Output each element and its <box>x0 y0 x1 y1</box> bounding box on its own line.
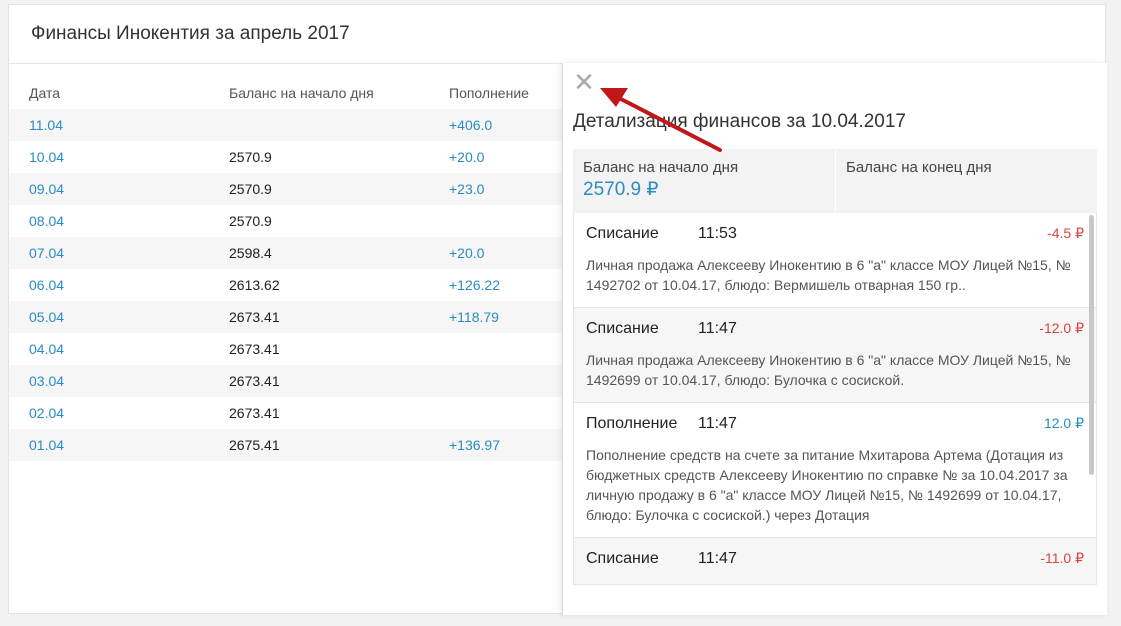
table-row[interactable]: 04.04 2673.41 <box>9 333 563 365</box>
row-balance: 2675.41 <box>229 437 280 453</box>
balance-end-box: Баланс на конец дня <box>835 149 1097 213</box>
operation-header: Списание 11:47 -11.0 ₽ <box>586 550 1084 568</box>
row-date[interactable]: 10.04 <box>9 149 229 165</box>
table-row[interactable]: 06.04 2613.62 +126.22 <box>9 269 563 301</box>
row-balance: 2673.41 <box>229 373 280 389</box>
balance-end-label: Баланс на конец дня <box>846 159 992 176</box>
operation-time: 11:47 <box>698 550 737 567</box>
operation-type: Списание <box>586 320 659 337</box>
column-header-date: Дата <box>29 85 61 101</box>
row-date[interactable]: 11.04 <box>9 117 229 133</box>
panel-title: Детализация финансов за 10.04.2017 <box>573 111 907 132</box>
row-date[interactable]: 07.04 <box>9 245 229 261</box>
operation-description: Личная продажа Алексееву Инокентию в 6 "… <box>586 257 1071 293</box>
row-balance: 2613.62 <box>229 277 280 293</box>
balance-summary: Баланс на начало дня 2570.9 ₽ Баланс на … <box>573 149 1097 213</box>
operation-item: Пополнение 11:47 12.0 ₽ Пополнение средств … <box>574 403 1096 538</box>
operation-type: Списание <box>586 550 659 567</box>
row-balance: 2570.9 <box>229 149 272 165</box>
close-icon[interactable]: ✕ <box>573 69 595 95</box>
row-topup: +118.79 <box>449 309 499 325</box>
row-balance: 2570.9 <box>229 181 272 197</box>
row-balance: 2570.9 <box>229 213 272 229</box>
table-row[interactable]: 10.04 2570.9 +20.0 <box>9 141 563 173</box>
row-date[interactable]: 02.04 <box>9 405 229 421</box>
row-balance: 2673.41 <box>229 309 280 325</box>
page-title: Финансы Инокентия за апрель 2017 <box>9 5 1105 64</box>
table-row[interactable]: 02.04 2673.41 <box>9 397 563 429</box>
row-topup: +20.0 <box>449 245 485 261</box>
table-row[interactable]: 05.04 2673.41 +118.79 <box>9 301 563 333</box>
operation-description: Пополнение средств на счете за питание М… <box>586 447 1068 523</box>
operations-list[interactable]: Списание 11:53 -4.5 ₽ Личная продажа Алексе… <box>573 213 1097 585</box>
operation-item: Списание 11:47 -12.0 ₽ Личная продажа Алекс… <box>574 308 1096 403</box>
operation-time: 11:47 <box>698 415 737 432</box>
operations-scrollbar[interactable] <box>1089 215 1094 475</box>
row-balance: 2598.4 <box>229 245 272 261</box>
operation-item: Списание 11:53 -4.5 ₽ Личная продажа Алексе… <box>574 213 1096 308</box>
table-row[interactable]: 11.04 +406.0 <box>9 109 563 141</box>
operation-type: Списание <box>586 225 659 242</box>
operation-header: Списание 11:53 -4.5 ₽ <box>586 225 1084 243</box>
finance-table: Дата Баланс на начало дня Пополнение 11.… <box>9 77 563 461</box>
table-row[interactable]: 09.04 2570.9 +23.0 <box>9 173 563 205</box>
row-date[interactable]: 01.04 <box>9 437 229 453</box>
table-row[interactable]: 07.04 2598.4 +20.0 <box>9 237 563 269</box>
column-header-balance: Баланс на начало дня <box>229 85 374 101</box>
row-date[interactable]: 03.04 <box>9 373 229 389</box>
balance-start-label: Баланс на начало дня <box>583 159 739 176</box>
row-topup: +136.97 <box>449 437 500 453</box>
row-balance: 2673.41 <box>229 341 280 357</box>
operation-type: Пополнение <box>586 415 678 432</box>
row-date[interactable]: 04.04 <box>9 341 229 357</box>
row-date[interactable]: 08.04 <box>9 213 229 229</box>
operation-amount: -11.0 ₽ <box>1040 550 1084 566</box>
row-date[interactable]: 06.04 <box>9 277 229 293</box>
row-date[interactable]: 09.04 <box>9 181 229 197</box>
table-header: Дата Баланс на начало дня Пополнение <box>9 77 563 109</box>
table-row[interactable]: 03.04 2673.41 <box>9 365 563 397</box>
operation-time: 11:47 <box>698 320 737 337</box>
column-header-topup: Пополнение <box>449 85 529 101</box>
row-topup: +126.22 <box>449 277 500 293</box>
operation-description: Личная продажа Алексееву Инокентию в 6 "… <box>586 580 1084 584</box>
operation-amount: -12.0 ₽ <box>1039 320 1084 336</box>
operation-time: 11:53 <box>698 225 737 242</box>
balance-start-value: 2570.9 ₽ <box>583 179 659 200</box>
row-topup: +20.0 <box>449 149 485 165</box>
finance-details-panel: ✕ Детализация финансов за 10.04.2017 Бал… <box>562 63 1107 615</box>
balance-start-box: Баланс на начало дня 2570.9 ₽ <box>573 149 835 213</box>
row-balance: 2673.41 <box>229 405 280 421</box>
table-row[interactable]: 08.04 2570.9 <box>9 205 563 237</box>
row-topup: +406.0 <box>449 117 493 133</box>
row-date[interactable]: 05.04 <box>9 309 229 325</box>
operation-amount: -4.5 ₽ <box>1047 225 1084 241</box>
operation-header: Пополнение 11:47 12.0 ₽ <box>586 415 1084 433</box>
operation-amount: 12.0 ₽ <box>1043 415 1084 431</box>
operation-header: Списание 11:47 -12.0 ₽ <box>586 320 1084 338</box>
operation-description: Личная продажа Алексееву Инокентию в 6 "… <box>586 352 1071 388</box>
operation-item: Списание 11:47 -11.0 ₽ Личная продажа Алекс… <box>574 538 1096 584</box>
table-row[interactable]: 01.04 2675.41 +136.97 <box>9 429 563 461</box>
table-body: 11.04 +406.0 10.04 2570.9 +20.0 09.04 2570.9 +2… <box>9 109 563 461</box>
row-topup: +23.0 <box>449 181 485 197</box>
